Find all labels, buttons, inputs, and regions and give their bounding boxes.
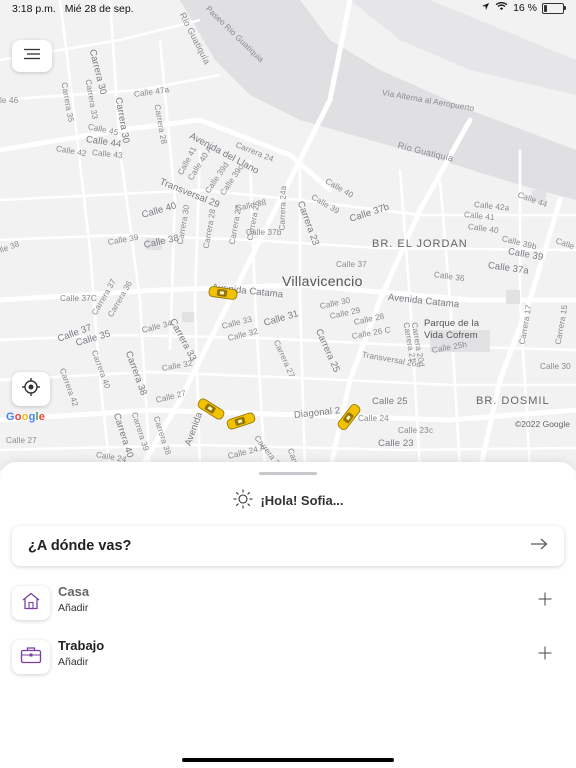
menu-button[interactable] [12, 40, 52, 72]
map-label-calle-37: Calle 37 [336, 260, 367, 269]
map-label-calle-23c: Calle 23c [398, 426, 434, 435]
map-label-calle-37c: Calle 37C [60, 294, 97, 303]
saved-place-home[interactable]: Casa Añadir [12, 584, 564, 624]
saved-place-home-title: Casa [58, 584, 90, 599]
map[interactable]: Río Guatiquía Paseo Rio Guatiquia Vía Al… [0, 0, 576, 470]
status-time: 3:18 p.m. [12, 3, 56, 15]
saved-place-home-subtitle: Añadir [58, 602, 89, 614]
battery-percent: 16 % [513, 2, 537, 14]
briefcase-icon [20, 646, 42, 669]
destination-search-bar[interactable]: ¿A dónde vas? [12, 526, 564, 566]
hamburger-menu-icon [23, 47, 41, 65]
google-logo: Google [6, 411, 46, 423]
bottom-sheet: ¡Hola! Sofia... ¿A dónde vas? Casa Añadi… [0, 462, 576, 768]
map-label-calle-37b-2: Calle 37b [246, 228, 282, 237]
sun-icon [232, 488, 254, 513]
battery-icon [542, 2, 566, 14]
map-label-calle-24: Calle 24 [358, 414, 389, 423]
arrow-right-icon [530, 537, 548, 555]
map-label-calle-46: le 46 [0, 96, 19, 105]
add-home-plus-icon[interactable] [538, 592, 552, 611]
saved-place-work[interactable]: Trabajo Añadir [12, 638, 564, 678]
status-date: Mié 28 de sep. [64, 3, 134, 15]
status-bar: 3:18 p.m. Mié 28 de sep. 16 % [0, 0, 576, 18]
map-label-br-el-jordan: BR. EL JORDAN [372, 238, 468, 250]
greeting-text: ¡Hola! Sofia... [260, 493, 344, 508]
saved-place-work-title: Trabajo [58, 638, 105, 653]
home-indicator [182, 758, 394, 762]
sheet-grabber[interactable] [259, 472, 317, 475]
map-label-calle-30-e: Calle 30 [540, 362, 571, 371]
wifi-icon [495, 2, 508, 14]
map-copyright: ©2022 Google [515, 419, 570, 429]
map-label-calle-23: Calle 23 [378, 438, 414, 449]
map-label-carrera-24a: Carrera 24a [277, 185, 289, 231]
location-arrow-icon [481, 2, 490, 14]
home-icon-box [12, 586, 50, 620]
map-label-parque-2: Vida Cofrem [424, 330, 478, 341]
work-icon-box [12, 640, 50, 674]
destination-search-label: ¿A dónde vas? [28, 538, 132, 554]
map-label-villavicencio: Villavicencio [282, 273, 363, 289]
map-label-parque-1: Parque de la [424, 318, 480, 329]
battery-level [544, 4, 547, 12]
map-label-calle-25: Calle 25 [372, 396, 408, 407]
add-work-plus-icon[interactable] [538, 646, 552, 665]
map-label-br-dosmil: BR. DOSMIL [476, 395, 550, 407]
crosshair-location-icon [21, 377, 41, 402]
map-label-calle-27-b: Calle 27 [6, 436, 37, 445]
home-icon [21, 592, 41, 615]
my-location-button[interactable] [12, 372, 50, 406]
greeting: ¡Hola! Sofia... [0, 488, 576, 513]
saved-place-work-subtitle: Añadir [58, 656, 89, 668]
